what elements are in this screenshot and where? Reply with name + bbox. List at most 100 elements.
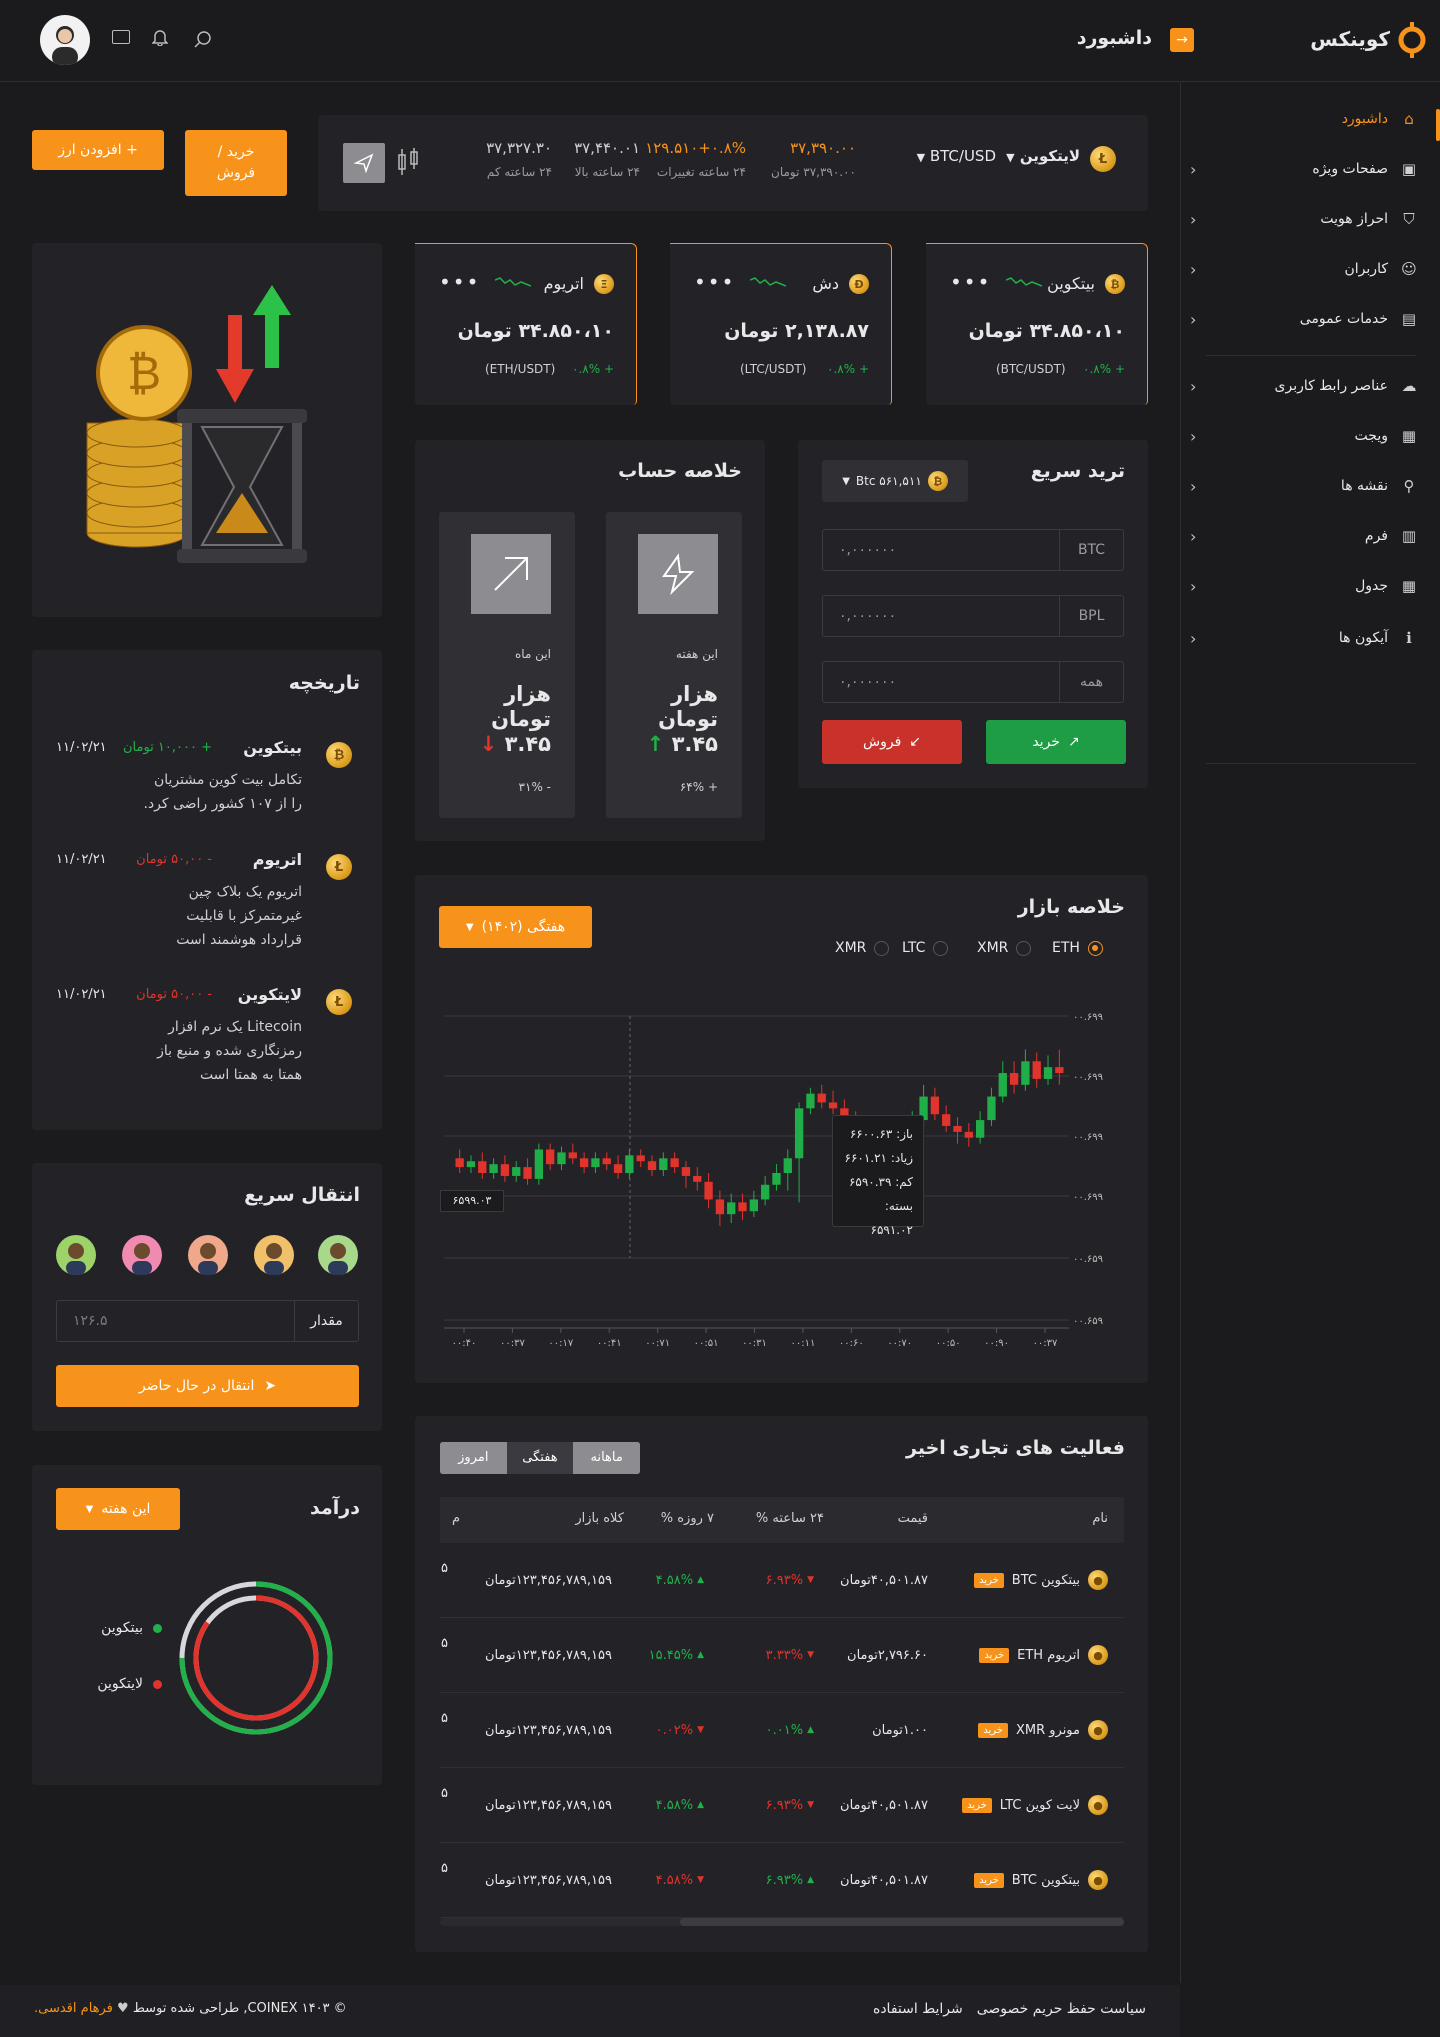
candlestick-chart-icon[interactable]	[396, 147, 420, 177]
tab-1[interactable]: هفتگی	[506, 1442, 574, 1474]
sidebar-item-9[interactable]: ▦ جدول ‹	[1190, 570, 1420, 602]
buy-tag[interactable]: خرید	[979, 1647, 1010, 1663]
radio-circle	[874, 940, 890, 956]
coin-card[interactable]: Ξ اتریوم ••• ۳۴.۸۵۰،۱۰ تومان + ۰.۸% (ETH/USDT…	[415, 243, 637, 405]
trade-amount-input[interactable]: BTC ۰,۰۰۰۰۰۰	[822, 529, 1124, 571]
logo-icon[interactable]	[1392, 20, 1428, 60]
user-icon: ☺	[1401, 260, 1417, 278]
contact-avatar[interactable]	[56, 1235, 96, 1275]
buy-tag[interactable]: خرید	[974, 1872, 1004, 1888]
sidebar-item-2[interactable]: ⛉ احراز هویت ‹	[1190, 203, 1420, 235]
transfer-now-button[interactable]: ➤ انتقال در حال حاضر	[56, 1365, 359, 1407]
sidebar-item-5[interactable]: ☁ عناصر رابط کاربری ‹	[1190, 370, 1420, 402]
triangle-down-icon: ▼	[697, 1725, 704, 1735]
market-radio[interactable]: XMR	[835, 940, 890, 956]
contact-avatar[interactable]	[254, 1235, 294, 1275]
income-title: درآمد	[310, 1497, 360, 1519]
contact-avatar[interactable]	[318, 1235, 358, 1275]
market-period-dropdown[interactable]: هفتگی (۱۴۰۲) ▼	[439, 906, 592, 948]
tooltip-high: زیاد: ۶۶۰۱.۲۱	[844, 1151, 914, 1165]
trade-amount-input[interactable]: همه ۰,۰۰۰۰۰۰	[822, 661, 1124, 703]
column-header: ۲۴ ساعته %	[755, 1511, 824, 1526]
form-icon: ▥	[1401, 527, 1417, 545]
coin-icon: ●	[1088, 1570, 1108, 1590]
collapse-sidebar-button[interactable]: →	[1170, 28, 1194, 52]
coin-icon: ₿	[326, 742, 352, 768]
table-row[interactable]: ● لایت کوین LTC خرید ۴۰,۵۰۱.۸۷تومان ▼ ۶.۹۳% ▲ ۴…	[440, 1768, 1124, 1843]
ticker-change-sub: ۲۴ ساعته تغییرات	[656, 165, 746, 179]
amount-input[interactable]: مقدار ۱۲۶.۵	[56, 1300, 359, 1342]
add-currency-button[interactable]: + افزودن ارز	[32, 130, 164, 170]
market-radio[interactable]: LTC	[902, 940, 949, 956]
avatar[interactable]	[40, 15, 90, 65]
more-icon[interactable]: •••	[694, 270, 735, 294]
sidebar-item-10[interactable]: ℹ آیکون ها ‹	[1190, 622, 1420, 654]
contact-avatar[interactable]	[188, 1235, 228, 1275]
sidebar-item-8[interactable]: ▥ فرم ‹	[1190, 520, 1420, 552]
send-icon[interactable]	[343, 143, 385, 183]
balance-dropdown[interactable]: ▼ Btc ۵۶۱,۵۱۱ ₿	[822, 460, 968, 502]
sidebar-item-6[interactable]: ▦ ویجت ‹	[1190, 420, 1420, 452]
bell-icon[interactable]	[151, 28, 169, 47]
candle-body	[512, 1167, 521, 1176]
table-row[interactable]: ● بیتکوین BTC خرید ۴۰,۵۰۱.۸۷تومان ▲ ۶.۹۳% ▼ ۴.۵…	[440, 1843, 1124, 1918]
chart-tooltip: باز: ۶۶۰۰.۶۳ زیاد: ۶۶۰۱.۲۱ کم: ۶۵۹۰.۳۹ ب…	[832, 1115, 924, 1237]
candle-body	[817, 1093, 826, 1103]
chevron-left-icon: ‹	[1190, 309, 1197, 329]
coin-card[interactable]: Đ دش ••• ۲,۱۳۸.۸۷ تومان + ۰.۸% (LTC/USDT)	[670, 243, 892, 405]
author-link[interactable]: فرهام اقدسی.	[34, 2001, 113, 2016]
table-row[interactable]: ● مونرو XMR خرید ۱.۰۰تومان ▲ ۰.۰۱% ▼ ۰.۰۲% ۱۲۳,۴…	[440, 1693, 1124, 1768]
sidebar-item-label: صفحات ویژه	[1312, 161, 1388, 177]
y-tick-label: ۰۰.۶۹۹	[1073, 1012, 1103, 1023]
buy-tag[interactable]: خرید	[962, 1797, 992, 1813]
buy-button[interactable]: ↗ خرید	[986, 720, 1126, 764]
sidebar-item-7[interactable]: ⚲ نقشه ها ‹	[1190, 470, 1420, 502]
tab-2[interactable]: امروز	[440, 1442, 507, 1474]
privacy-link[interactable]: سیاست حفظ حریم خصوصی	[977, 2001, 1146, 2017]
buy-tag[interactable]: خرید	[974, 1572, 1004, 1588]
candle-body	[828, 1102, 838, 1109]
candle-body	[568, 1152, 577, 1159]
sidebar-item-3[interactable]: ☺ کاربران ‹	[1190, 253, 1420, 285]
tab-0[interactable]: ماهانه	[573, 1442, 640, 1474]
change-7d-cell: ▲ ۱۵.۴۵%	[649, 1618, 704, 1692]
sidebar-item-1[interactable]: ▣ صفحات ویژه ‹	[1190, 153, 1420, 185]
buy-tag[interactable]: خرید	[978, 1722, 1008, 1738]
icon-icon: ℹ	[1406, 629, 1412, 647]
bitcoin-coin-icon: ₿	[927, 471, 948, 491]
pin-icon: ⚲	[1403, 477, 1415, 495]
ticker-coin-select[interactable]: لایتکوین ▼	[1000, 147, 1080, 165]
chevron-down-icon: ▼	[842, 475, 850, 487]
more-icon[interactable]: •••	[950, 270, 991, 294]
trend-up-icon	[471, 534, 551, 614]
search-icon[interactable]	[194, 30, 212, 48]
candle-body	[953, 1125, 962, 1132]
more-icon[interactable]: •••	[439, 270, 480, 294]
ticker-pair-select[interactable]: BTC/USD ▼	[900, 147, 996, 165]
arrow-up-right-icon: ↗	[1067, 734, 1080, 750]
scrollbar-thumb[interactable]	[680, 1918, 1124, 1926]
coin-name: بیتکوین BTC	[1011, 1572, 1080, 1588]
terms-link[interactable]: شرایط استفاده	[873, 2001, 963, 2017]
sidebar-item-0[interactable]: ⌂ داشبورد	[1190, 103, 1420, 135]
coin-card[interactable]: ₿ بیتکوین ••• ۳۴.۸۵۰،۱۰ تومان + ۰.۸% (BTC/USD…	[926, 243, 1148, 405]
ticker-high-sub: ۲۴ ساعته بالا	[574, 165, 640, 179]
table-row[interactable]: ● اتریوم ETH خرید ۲,۷۹۶.۶۰تومان ▼ ۳.۳۳% ▲ ۱۵.۴۵…	[440, 1618, 1124, 1693]
tooltip-low: کم: ۶۵۹۰.۳۹	[848, 1175, 913, 1189]
market-radio[interactable]: XMR	[977, 940, 1032, 956]
income-period-dropdown[interactable]: این هفته ▼	[56, 1488, 180, 1530]
history-coin: بیتکوین	[243, 738, 302, 757]
table-row[interactable]: ● بیتکوین BTC خرید ۴۰,۵۰۱.۸۷تومان ▼ ۶.۹۳% ▲ ۴.۵…	[440, 1543, 1124, 1618]
horizontal-scrollbar[interactable]	[440, 1918, 1124, 1926]
coin-name-cell: ● مونرو XMR خرید	[972, 1693, 1108, 1767]
market-radio[interactable]: ETH	[1052, 940, 1103, 956]
buy-sell-button[interactable]: خرید / فروش	[185, 130, 287, 196]
contact-avatar[interactable]	[122, 1235, 162, 1275]
trade-amount-input[interactable]: BPL ۰,۰۰۰۰۰۰	[822, 595, 1124, 637]
coin-icon: Ξ	[594, 274, 614, 294]
candlestick-chart: ۰۰.۶۹۹ ۰۰.۶۹۹ ۰۰.۶۹۹ ۰۰.۶۹۹ ۰۰.۶۵۹ ۰۰.۶۵۹ ۰۰:۴…	[444, 1012, 1103, 1349]
sell-button[interactable]: ↙ فروش	[822, 720, 962, 764]
triangle-up-icon: ▲	[697, 1650, 704, 1660]
sidebar-item-4[interactable]: ▤ خدمات عمومی ‹	[1190, 303, 1420, 335]
mail-icon[interactable]	[112, 30, 130, 44]
